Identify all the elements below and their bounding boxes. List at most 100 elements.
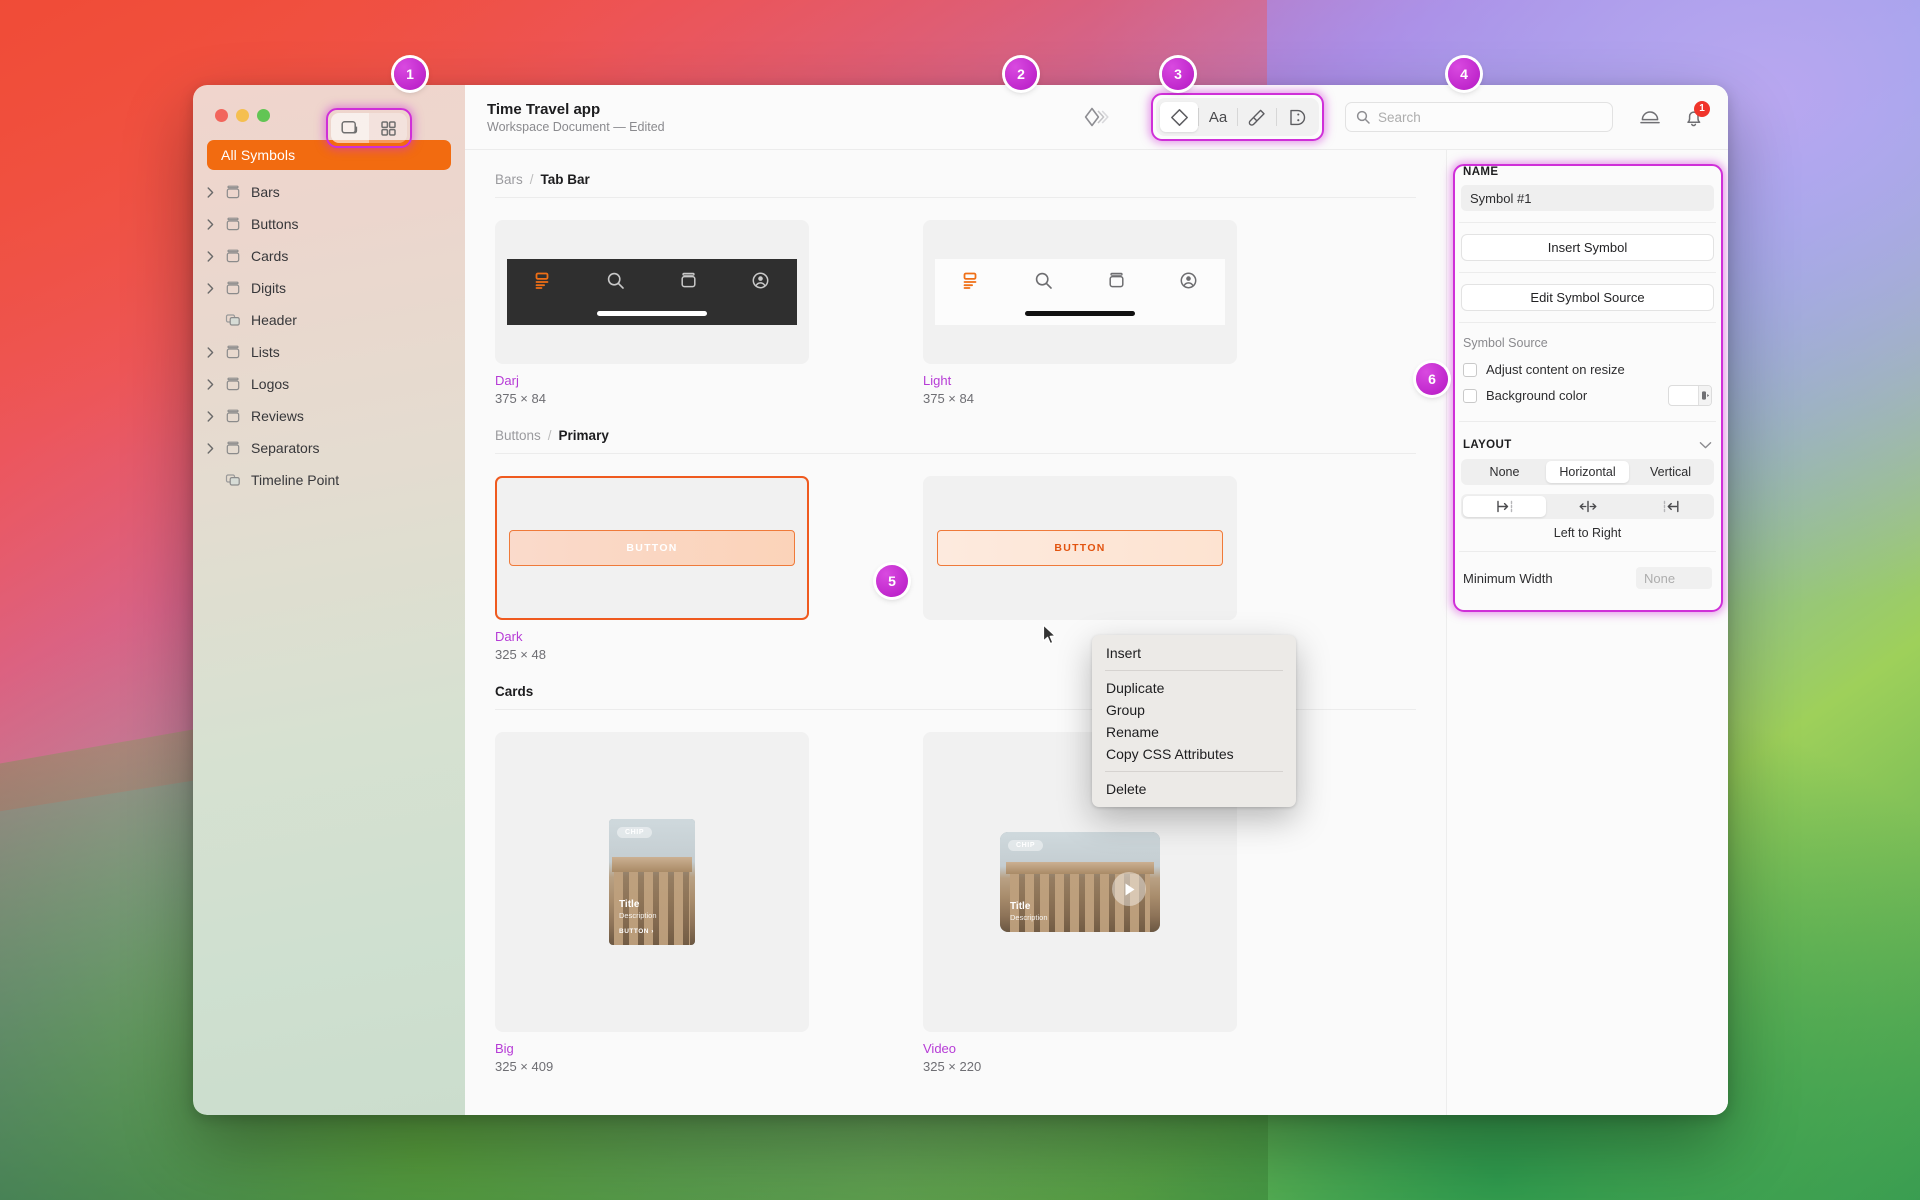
adjust-content-label: Adjust content on resize — [1486, 362, 1625, 377]
search-input[interactable] — [1378, 109, 1602, 125]
background-color-checkbox[interactable] — [1463, 388, 1477, 403]
section-divider — [495, 197, 1416, 198]
symbol-thumbnail[interactable] — [495, 220, 809, 364]
grid-view-button[interactable] — [369, 113, 407, 143]
alignment-segmented[interactable] — [1461, 494, 1714, 519]
minimum-width-input[interactable]: None — [1636, 567, 1712, 589]
symbol-cell[interactable]: Light 375 × 84 — [923, 220, 1237, 406]
search-icon — [1356, 110, 1370, 124]
dashboard-icon[interactable] — [962, 271, 981, 290]
menu-item-rename[interactable]: Rename — [1092, 721, 1296, 743]
search-icon[interactable] — [606, 271, 625, 290]
symbol-thumbnail[interactable]: CHIP Title Description BUTTON › — [495, 732, 809, 1032]
symbol-export-icon[interactable] — [1083, 106, 1110, 128]
menu-item-copy-css-attributes[interactable]: Copy CSS Attributes — [1092, 743, 1296, 765]
align-right-icon[interactable] — [1629, 496, 1712, 517]
zoom-button[interactable] — [257, 109, 270, 122]
chevron-down-icon[interactable] — [1699, 441, 1712, 450]
sidebar-item-all-symbols[interactable]: All Symbols — [207, 140, 451, 170]
symbol-cell[interactable]: CHIP Title Description BUTTON › Big 325 … — [495, 732, 809, 1074]
layout-option-none[interactable]: None — [1463, 461, 1546, 483]
play-icon[interactable] — [1112, 872, 1146, 906]
tab-bar-preview-light — [935, 259, 1225, 325]
chevron-right-icon[interactable] — [207, 410, 225, 422]
align-center-icon[interactable] — [1546, 496, 1629, 517]
sidebar-item-timeline-point[interactable]: Timeline Point — [193, 464, 465, 496]
tab-palette[interactable] — [1277, 102, 1315, 132]
symbol-name-field[interactable]: Symbol #1 — [1461, 185, 1714, 211]
symbol-name[interactable]: Video — [923, 1041, 1237, 1056]
layout-option-vertical[interactable]: Vertical — [1629, 461, 1712, 483]
chevron-right-icon[interactable] — [207, 378, 225, 390]
adjust-content-row[interactable]: Adjust content on resize — [1459, 358, 1716, 381]
symbol-thumbnail[interactable]: BUTTON — [495, 476, 809, 620]
sidebar-item-logos[interactable]: Logos — [193, 368, 465, 400]
breadcrumb-parent[interactable]: Bars — [495, 172, 523, 187]
search-box[interactable] — [1345, 102, 1613, 132]
menu-item-duplicate[interactable]: Duplicate — [1092, 677, 1296, 699]
breadcrumb-parent[interactable]: Buttons — [495, 428, 541, 443]
symbol-name-value: Symbol #1 — [1470, 190, 1532, 206]
insert-symbol-button[interactable]: Insert Symbol — [1461, 234, 1714, 261]
chevron-right-icon[interactable] — [207, 218, 225, 230]
sidebar-item-buttons[interactable]: Buttons — [193, 208, 465, 240]
symbol-name[interactable]: Big — [495, 1041, 809, 1056]
sidebar-item-header[interactable]: Header — [193, 304, 465, 336]
symbol-name[interactable]: Darj — [495, 373, 809, 388]
breadcrumb-separator: / — [547, 428, 552, 443]
context-menu[interactable]: Insert Duplicate Group Rename Copy CSS Attri… — [1092, 635, 1296, 807]
notifications-button[interactable]: 1 — [1683, 100, 1710, 128]
archive-icon[interactable] — [1107, 271, 1126, 290]
symbol-cell[interactable]: Darj 375 × 84 — [495, 220, 809, 406]
card-preview-video[interactable]: CHIP Title Description — [1000, 832, 1160, 932]
menu-item-group[interactable]: Group — [1092, 699, 1296, 721]
align-left-icon[interactable] — [1463, 496, 1546, 517]
sidebar-item-separators[interactable]: Separators — [193, 432, 465, 464]
layout-section-header[interactable]: LAYOUT — [1459, 433, 1716, 459]
edit-symbol-source-button[interactable]: Edit Symbol Source — [1461, 284, 1714, 311]
sidebar-item-lists[interactable]: Lists — [193, 336, 465, 368]
symbol-cell[interactable]: BUTTON Dark 325 × 48 — [495, 476, 809, 662]
tab-text[interactable]: Aa — [1199, 102, 1237, 132]
chevron-right-icon[interactable] — [207, 250, 225, 262]
callout-badge-3: 3 — [1162, 58, 1194, 90]
chevron-right-icon[interactable] — [207, 282, 225, 294]
account-icon[interactable] — [1179, 271, 1198, 290]
button-preview-outline[interactable]: BUTTON — [937, 530, 1223, 566]
button-preview-filled[interactable]: BUTTON — [509, 530, 795, 566]
chevron-right-icon[interactable] — [207, 442, 225, 454]
chevron-right-icon[interactable] — [207, 346, 225, 358]
color-picker-icon[interactable] — [1698, 386, 1711, 405]
tab-symbol[interactable] — [1160, 102, 1198, 132]
minimize-button[interactable] — [236, 109, 249, 122]
card-button[interactable]: BUTTON › — [619, 928, 657, 935]
search-icon[interactable] — [1034, 271, 1053, 290]
symbol-name[interactable]: Dark — [495, 629, 809, 644]
sidebar-item-reviews[interactable]: Reviews — [193, 400, 465, 432]
tab-style[interactable] — [1238, 102, 1276, 132]
view-toggle-group — [326, 108, 412, 148]
adjust-content-checkbox[interactable] — [1463, 362, 1477, 377]
sidebar-item-bars[interactable]: Bars — [193, 176, 465, 208]
menu-item-insert[interactable]: Insert — [1092, 642, 1296, 664]
symbol-name[interactable]: Light — [923, 373, 1237, 388]
symbol-thumbnail[interactable]: BUTTON — [923, 476, 1237, 620]
desktop-wallpaper: All Symbols Bars Buttons Cards Digits He… — [0, 0, 1920, 1200]
menu-item-delete[interactable]: Delete — [1092, 778, 1296, 800]
symbol-thumbnail[interactable] — [923, 220, 1237, 364]
sidebar-item-digits[interactable]: Digits — [193, 272, 465, 304]
account-icon[interactable] — [751, 271, 770, 290]
sidebar-item-cards[interactable]: Cards — [193, 240, 465, 272]
layout-direction-segmented[interactable]: None Horizontal Vertical — [1461, 459, 1714, 485]
chevron-right-icon[interactable] — [207, 186, 225, 198]
canvas[interactable]: Bars / Tab Bar Darj 375 × 84 Light 375 ×… — [465, 150, 1446, 1115]
background-color-row[interactable]: Background color — [1459, 381, 1716, 410]
dashboard-icon[interactable] — [534, 271, 553, 290]
archive-icon[interactable] — [679, 271, 698, 290]
share-dome-icon[interactable] — [1639, 107, 1661, 127]
layout-option-horizontal[interactable]: Horizontal — [1546, 461, 1629, 483]
card-preview-big[interactable]: CHIP Title Description BUTTON › — [609, 819, 695, 945]
single-view-button[interactable] — [331, 113, 369, 143]
background-color-swatch[interactable] — [1668, 385, 1712, 406]
close-button[interactable] — [215, 109, 228, 122]
